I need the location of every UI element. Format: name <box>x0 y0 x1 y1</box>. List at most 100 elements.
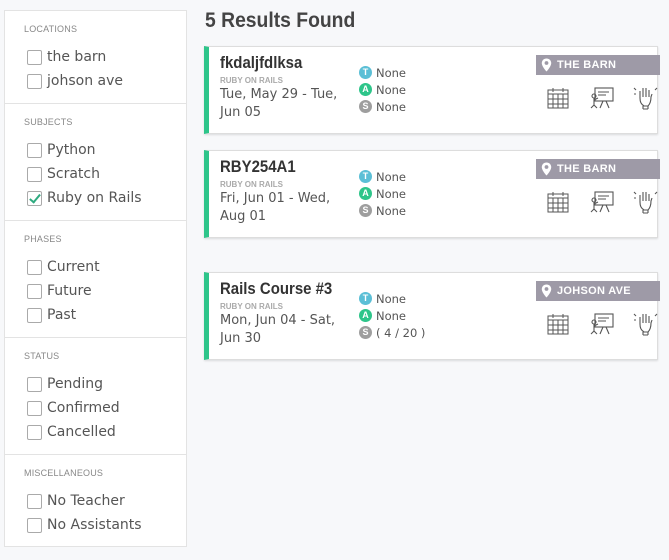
calendar-grid-icon[interactable] <box>545 189 571 215</box>
filter-option-no-assistants[interactable]: No Assistants <box>5 513 186 537</box>
card-actions <box>536 311 660 337</box>
filter-option-current[interactable]: Current <box>5 255 186 279</box>
card-actions <box>536 189 660 215</box>
staff-summary: T None A None S ( 4 / 20 ) <box>359 290 425 341</box>
raised-hand-icon[interactable] <box>632 189 658 215</box>
assistant-row: A None <box>359 307 425 324</box>
checkbox[interactable] <box>27 49 42 65</box>
students-row: S None <box>359 202 406 219</box>
location-label: JOHSON AVE <box>536 281 660 301</box>
course-date-end: Aug 01 <box>220 209 267 224</box>
course-date-end: Jun 30 <box>220 331 261 346</box>
filter-heading-miscellaneous: MISCELLANEOUS <box>24 468 104 478</box>
filter-group-status: STATUS Pending Confirmed Cancelled <box>5 338 186 455</box>
filter-label: the barn <box>47 49 107 65</box>
presentation-board-icon[interactable] <box>589 311 615 337</box>
assistant-badge: A <box>359 309 372 322</box>
filter-label: johson ave <box>47 73 123 89</box>
filter-option-confirmed[interactable]: Confirmed <box>5 396 186 420</box>
filter-label: No Teacher <box>47 493 125 509</box>
checkbox[interactable] <box>27 517 42 533</box>
checkbox[interactable] <box>27 166 42 182</box>
course-card[interactable]: RBY254A1 RUBY ON RAILS Fri, Jun 01 - Wed… <box>204 150 660 238</box>
checkbox[interactable] <box>27 259 42 275</box>
course-card[interactable]: Rails Course #3 RUBY ON RAILS Mon, Jun 0… <box>204 272 660 360</box>
students-row: S ( 4 / 20 ) <box>359 324 425 341</box>
results-count-title: 5 Results Found <box>205 9 356 32</box>
checkbox[interactable] <box>27 376 42 392</box>
course-card[interactable]: fkdaljfdlksa RUBY ON RAILS Tue, May 29 -… <box>204 46 660 134</box>
filter-label: No Assistants <box>47 517 142 533</box>
checkbox[interactable] <box>27 283 42 299</box>
checkbox[interactable] <box>27 424 42 440</box>
teacher-row: T None <box>359 168 406 185</box>
filter-label: Past <box>47 307 77 323</box>
filter-option-ruby-on-rails[interactable]: Ruby on Rails <box>5 186 186 210</box>
staff-summary: T None A None S None <box>359 64 406 115</box>
course-name[interactable]: Rails Course #3 <box>220 279 332 299</box>
filter-option-future[interactable]: Future <box>5 279 186 303</box>
filter-option-the-barn[interactable]: the barn <box>5 45 186 69</box>
teacher-row: T None <box>359 64 406 81</box>
filter-group-subjects: SUBJECTS Python Scratch Ruby on Rails <box>5 104 186 221</box>
checkbox[interactable] <box>27 307 42 323</box>
course-subject: RUBY ON RAILS <box>220 302 283 311</box>
teacher-value: None <box>376 291 407 306</box>
calendar-grid-icon[interactable] <box>545 85 571 111</box>
checkbox[interactable] <box>27 142 42 158</box>
filter-label: Python <box>47 142 96 158</box>
location-name: JOHSON AVE <box>557 285 631 297</box>
teacher-badge: T <box>359 292 372 305</box>
filter-option-no-teacher[interactable]: No Teacher <box>5 489 186 513</box>
filter-heading-phases: PHASES <box>24 234 62 244</box>
filter-heading-subjects: SUBJECTS <box>24 117 73 127</box>
assistant-badge: A <box>359 187 372 200</box>
filter-label: Cancelled <box>47 424 116 440</box>
students-value: None <box>376 203 407 218</box>
checkbox-checked[interactable] <box>27 190 42 206</box>
filter-option-past[interactable]: Past <box>5 303 186 327</box>
course-dates: Tue, May 29 - Tue, Jun 05 <box>220 86 350 122</box>
filter-label: Confirmed <box>47 400 120 416</box>
course-dates: Fri, Jun 01 - Wed, Aug 01 <box>220 190 350 226</box>
location-name: THE BARN <box>557 163 617 175</box>
course-date-start: Fri, Jun 01 - Wed, <box>220 191 331 206</box>
course-date-end: Jun 05 <box>220 105 261 120</box>
map-pin-icon <box>541 58 552 72</box>
filter-label: Future <box>47 283 92 299</box>
filter-label: Ruby on Rails <box>47 190 142 206</box>
filter-option-johson-ave[interactable]: johson ave <box>5 69 186 93</box>
students-badge: S <box>359 326 372 339</box>
raised-hand-icon[interactable] <box>632 85 658 111</box>
filter-option-cancelled[interactable]: Cancelled <box>5 420 186 444</box>
assistant-value: None <box>376 308 407 323</box>
filter-option-pending[interactable]: Pending <box>5 372 186 396</box>
filter-option-scratch[interactable]: Scratch <box>5 162 186 186</box>
teacher-badge: T <box>359 170 372 183</box>
filter-option-python[interactable]: Python <box>5 138 186 162</box>
assistant-row: A None <box>359 185 406 202</box>
calendar-grid-icon[interactable] <box>545 311 571 337</box>
course-dates: Mon, Jun 04 - Sat, Jun 30 <box>220 312 350 348</box>
filter-sidebar: LOCATIONS the barn johson ave SUBJECTS P… <box>4 10 187 547</box>
course-date-start: Mon, Jun 04 - Sat, <box>220 313 336 328</box>
assistant-value: None <box>376 186 407 201</box>
filter-group-phases: PHASES Current Future Past <box>5 221 186 338</box>
course-name[interactable]: RBY254A1 <box>220 157 296 177</box>
checkbox[interactable] <box>27 400 42 416</box>
assistant-badge: A <box>359 83 372 96</box>
checkbox[interactable] <box>27 73 42 89</box>
filter-heading-locations: LOCATIONS <box>24 24 78 34</box>
course-subject: RUBY ON RAILS <box>220 76 283 85</box>
checkbox[interactable] <box>27 493 42 509</box>
staff-summary: T None A None S None <box>359 168 406 219</box>
course-name[interactable]: fkdaljfdlksa <box>220 53 302 73</box>
raised-hand-icon[interactable] <box>632 311 658 337</box>
students-value: None <box>376 99 407 114</box>
filter-label: Scratch <box>47 166 100 182</box>
teacher-value: None <box>376 169 407 184</box>
location-label: THE BARN <box>536 159 660 179</box>
presentation-board-icon[interactable] <box>589 85 615 111</box>
presentation-board-icon[interactable] <box>589 189 615 215</box>
teacher-value: None <box>376 65 407 80</box>
